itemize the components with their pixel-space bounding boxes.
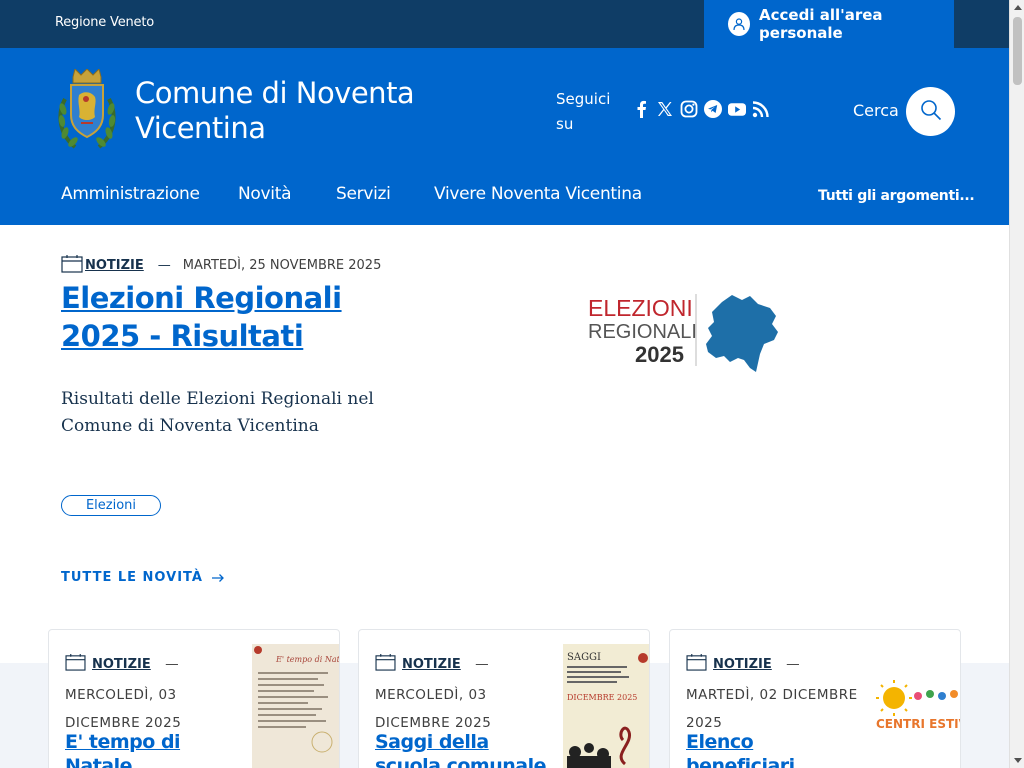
card-date: MARTEDÌ, 02 DICEMBRE 2025 <box>686 687 858 731</box>
user-icon <box>728 12 751 36</box>
header: Comune di Noventa Vicentina Seguici su C… <box>0 48 1009 168</box>
hero-tag-chip[interactable]: Elezioni <box>61 495 161 516</box>
search-button[interactable] <box>906 87 955 136</box>
card-date: MERCOLEDÌ, 03 DICEMBRE 2025 <box>375 687 492 731</box>
x-twitter-icon[interactable] <box>656 100 674 118</box>
nav-item-novita[interactable]: Novità <box>238 184 291 204</box>
card-thumbnail-saggi: SAGGI DICEMBRE 2025 <box>563 644 649 768</box>
top-bar: Regione Veneto Accedi all'area personale <box>0 0 1009 48</box>
card-thumbnail-centri-estivi: CENTRI ESTIVI <box>870 674 960 738</box>
news-card[interactable]: NOTIZIE — MARTEDÌ, 02 DICEMBRE 2025 Elen… <box>669 629 961 768</box>
card-category-link[interactable]: NOTIZIE <box>402 657 461 672</box>
card-title-link[interactable]: Saggi della scuola comunale di musica <box>375 730 555 768</box>
youtube-icon[interactable] <box>728 100 746 118</box>
arrow-right-icon <box>211 573 225 583</box>
search-label[interactable]: Cerca <box>853 101 899 120</box>
municipal-emblem-logo[interactable] <box>55 68 119 153</box>
card-category-link[interactable]: NOTIZIE <box>713 657 772 672</box>
card-title-link[interactable]: Elenco beneficiari Contributi Centri <box>686 730 866 768</box>
card-meta: NOTIZIE — MERCOLEDÌ, 03 DICEMBRE 2025 <box>65 650 245 737</box>
main-nav: Amministrazione Novità Servizi Vivere No… <box>0 168 1009 225</box>
hero-description: Risultati delle Elezioni Regionali nel C… <box>61 389 374 436</box>
vertical-scrollbar[interactable] <box>1009 0 1024 768</box>
all-news-link[interactable]: TUTTE LE NOVITÀ <box>61 570 225 585</box>
card-meta: NOTIZIE — MARTEDÌ, 02 DICEMBRE 2025 <box>686 650 866 737</box>
hero-title-link[interactable]: Elezioni Regionali 2025 - Risultati <box>61 279 421 355</box>
centri-thumb-text: CENTRI ESTIVI <box>876 717 960 731</box>
hero-date: MARTEDÌ, 25 NOVEMBRE 2025 <box>182 258 382 273</box>
calendar-icon <box>61 254 83 277</box>
search-icon <box>920 99 942 125</box>
separator: — <box>155 656 180 672</box>
svg-text:E' tempo di Natale: E' tempo di Natale <box>275 655 340 664</box>
nav-item-vivere-noventa[interactable]: Vivere Noventa Vicentina <box>434 184 642 204</box>
hero-category-link[interactable]: NOTIZIE <box>85 258 144 273</box>
rss-icon[interactable] <box>752 100 770 118</box>
calendar-icon <box>375 653 396 681</box>
social-links <box>632 100 770 118</box>
saggi-thumb-date: DICEMBRE 2025 <box>567 693 637 702</box>
separator: — <box>776 656 801 672</box>
site-name[interactable]: Comune di Noventa Vicentina <box>135 76 435 146</box>
card-thumbnail-natale: E' tempo di Natale <box>252 644 340 768</box>
scroll-down-arrow-icon[interactable] <box>1010 753 1024 768</box>
hero-meta: NOTIZIE — MARTEDÌ, 25 NOVEMBRE 2025 <box>61 254 381 277</box>
follow-label: Seguici su <box>556 90 611 133</box>
card-title-link[interactable]: E' tempo di Natale <box>65 730 245 768</box>
separator: — <box>465 656 490 672</box>
login-button[interactable]: Accedi all'area personale <box>704 0 954 48</box>
page: Regione Veneto Accedi all'area personale <box>0 0 1024 768</box>
facebook-icon[interactable] <box>632 100 650 118</box>
hero-image-line1: ELEZIONI <box>588 295 693 321</box>
news-card[interactable]: NOTIZIE — MERCOLEDÌ, 03 DICEMBRE 2025 E'… <box>48 629 340 768</box>
calendar-icon <box>686 653 707 681</box>
login-label: Accedi all'area personale <box>759 6 883 42</box>
telegram-icon[interactable] <box>704 100 722 118</box>
saggi-thumb-title: SAGGI <box>567 652 601 663</box>
scroll-up-arrow-icon[interactable] <box>1010 0 1024 15</box>
hero-image-line3: 2025 <box>635 342 684 367</box>
instagram-icon[interactable] <box>680 100 698 118</box>
region-link[interactable]: Regione Veneto <box>55 15 154 30</box>
calendar-icon <box>65 653 86 681</box>
card-date: MERCOLEDÌ, 03 DICEMBRE 2025 <box>65 687 182 731</box>
hero-image: ELEZIONI REGIONALI 2025 <box>580 286 790 382</box>
hero-image-line2: REGIONALI <box>588 321 697 343</box>
nav-item-amministrazione[interactable]: Amministrazione <box>61 184 200 204</box>
scrollbar-thumb[interactable] <box>1013 17 1022 85</box>
all-topics-link[interactable]: Tutti gli argomenti... <box>818 188 975 204</box>
nav-item-servizi[interactable]: Servizi <box>336 184 391 204</box>
card-category-link[interactable]: NOTIZIE <box>92 657 151 672</box>
all-news-label: TUTTE LE NOVITÀ <box>61 570 203 585</box>
card-meta: NOTIZIE — MERCOLEDÌ, 03 DICEMBRE 2025 <box>375 650 555 737</box>
separator: — <box>157 258 171 273</box>
news-card[interactable]: NOTIZIE — MERCOLEDÌ, 03 DICEMBRE 2025 Sa… <box>358 629 650 768</box>
